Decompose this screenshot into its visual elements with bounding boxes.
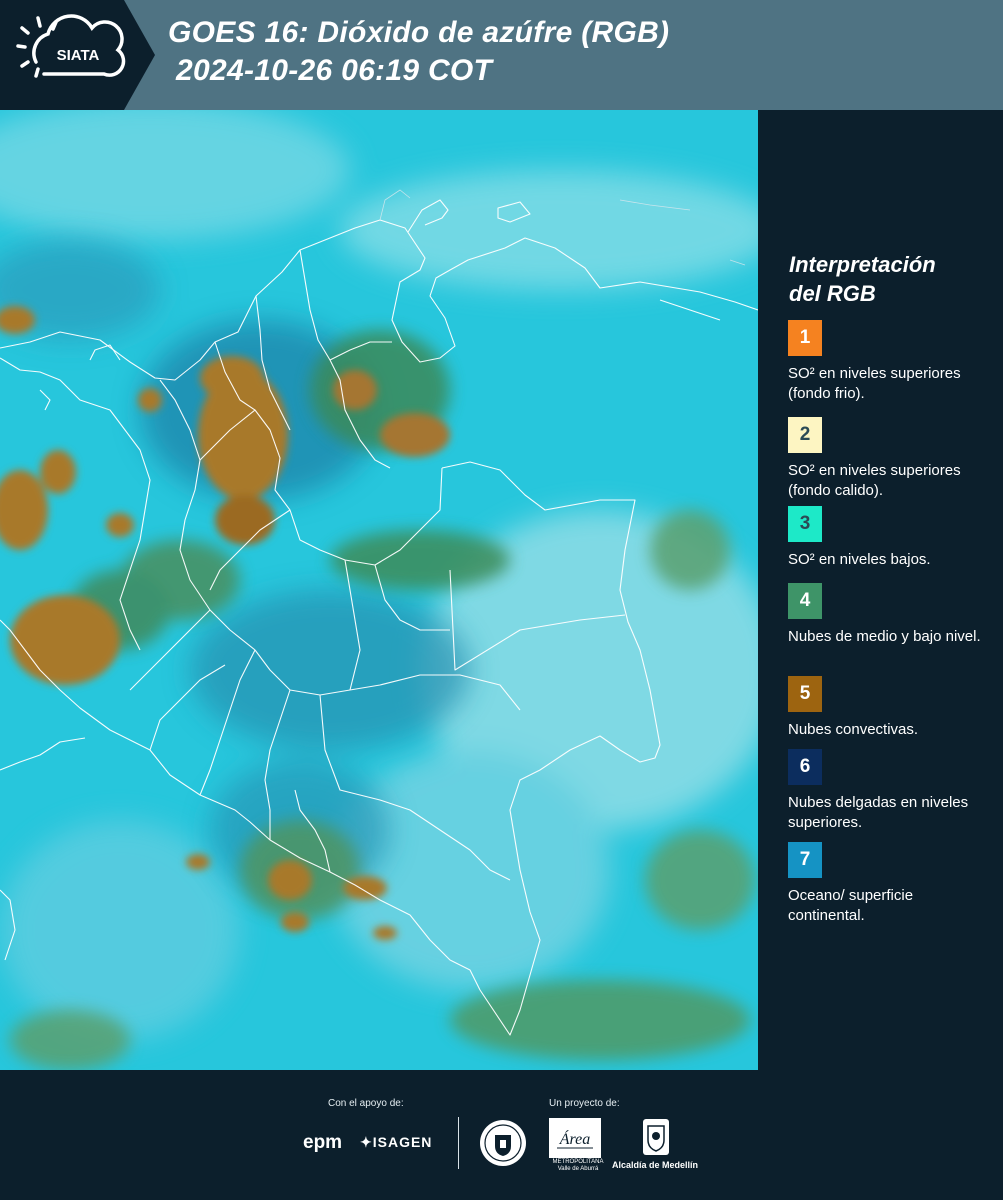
siata-logo: SIATA xyxy=(0,0,155,110)
legend-swatch: 2 xyxy=(788,417,822,453)
legend-label: Nubes delgadas en niveles superiores. xyxy=(788,794,969,831)
legend-item-7: 7 Oceano/ superficie continental. xyxy=(788,842,988,926)
medellin-seal-icon xyxy=(480,1120,526,1166)
legend-label: Nubes de medio y bajo nivel. xyxy=(788,628,981,645)
legend-title-line1: Interpretación xyxy=(789,252,936,277)
legend-title: Interpretación del RGB xyxy=(789,250,990,308)
legend-item-1: 1 SO² en niveles superiores (fondo frio). xyxy=(788,320,988,404)
legend-label: SO² en niveles bajos. xyxy=(788,551,931,568)
isagen-label: ISAGEN xyxy=(372,1134,433,1150)
legend-title-line2: del RGB xyxy=(789,281,876,306)
support-label: Con el apoyo de: xyxy=(328,1098,404,1109)
legend-label: Oceano/ superficie continental. xyxy=(788,887,914,924)
legend-swatch: 4 xyxy=(788,583,822,619)
legend-swatch: 1 xyxy=(788,320,822,356)
sun-cloud-icon: SIATA xyxy=(16,14,126,78)
legend-item-5: 5 Nubes convectivas. xyxy=(788,676,988,740)
footer: Con el apoyo de: Un proyecto de: epm ✦IS… xyxy=(0,1070,1003,1200)
svg-text:Área: Área xyxy=(559,1129,591,1148)
page-title: GOES 16: Dióxido de azúfre (RGB) 2024-10… xyxy=(168,14,669,90)
epm-logo: epm xyxy=(303,1132,343,1153)
isagen-star-icon: ✦ xyxy=(360,1134,373,1150)
legend-swatch: 7 xyxy=(788,842,822,878)
isagen-logo: ✦ISAGEN xyxy=(360,1134,432,1151)
area-metropolitana-text: METROPOLITANA Valle de Aburrá xyxy=(549,1159,607,1173)
legend-item-3: 3 SO² en niveles bajos. xyxy=(788,506,988,570)
legend-label: SO² en niveles superiores (fondo frio). xyxy=(788,365,961,402)
legend-item-6: 6 Nubes delgadas en niveles superiores. xyxy=(788,749,988,833)
footer-divider xyxy=(458,1117,459,1169)
title-timestamp: 2024-10-26 06:19 COT xyxy=(176,54,493,87)
rgb-legend: Interpretación del RGB 1 SO² en niveles s… xyxy=(775,250,990,924)
legend-label: SO² en niveles superiores (fondo calido)… xyxy=(788,462,961,499)
rgb-composite-image xyxy=(0,110,758,1070)
legend-swatch: 6 xyxy=(788,749,822,785)
satellite-map xyxy=(0,110,758,1070)
header: SIATA GOES 16: Dióxido de azúfre (RGB) 2… xyxy=(0,0,1003,110)
legend-swatch: 3 xyxy=(788,506,822,542)
project-label: Un proyecto de: xyxy=(549,1098,620,1109)
svg-text:SIATA: SIATA xyxy=(57,47,100,64)
legend-swatch: 5 xyxy=(788,676,822,712)
title-line1: GOES 16: Dióxido de azúfre (RGB) xyxy=(168,16,670,49)
alcaldia-shield-icon xyxy=(643,1119,669,1155)
legend-item-4: 4 Nubes de medio y bajo nivel. xyxy=(788,583,988,647)
area-sub2: Valle de Aburrá xyxy=(557,1166,599,1172)
legend-item-2: 2 SO² en niveles superiores (fondo calido… xyxy=(788,417,988,501)
area-sub1: METROPOLITANA xyxy=(552,1159,604,1165)
legend-label: Nubes convectivas. xyxy=(788,721,919,738)
alcaldia-label: Alcaldía de Medellín xyxy=(612,1160,699,1170)
